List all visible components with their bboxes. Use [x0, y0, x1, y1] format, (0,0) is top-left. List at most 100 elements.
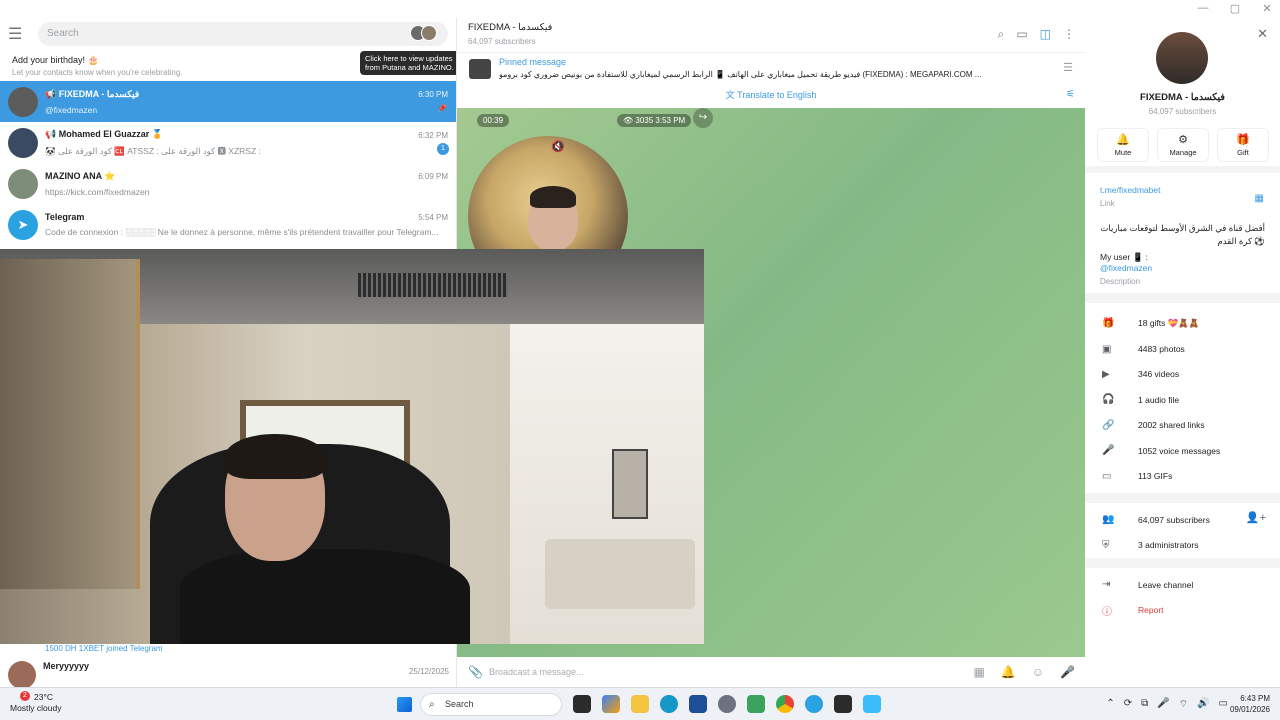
sliders-icon: ⚙ [1178, 134, 1188, 146]
info-channel-name: FIXEDMA - فيكسدما [1140, 92, 1225, 103]
translate-settings-icon[interactable]: ⚟ [1066, 82, 1075, 108]
minimize-icon[interactable]: — [1196, 2, 1210, 15]
edge-icon[interactable] [660, 695, 678, 713]
pinned-text: فيديو طريقة تحميل ميغاباري على الهاتف 📱 … [499, 70, 982, 79]
chat-name: 📢 FIXEDMA - فيكسدما [45, 88, 140, 99]
chat-item-telegram[interactable]: ➤ Telegram Code de connexion : ░░░░░ Ne … [0, 204, 456, 245]
chat-item-fixedma[interactable]: 📢 FIXEDMA - فيكسدما @fixedmazen 6:30 PM … [0, 81, 456, 122]
battery-icon[interactable]: ▭ [1219, 698, 1228, 711]
user-label: My user 📱 : [1100, 252, 1148, 262]
windows-taskbar: 2 23°C Mostly cloudy ⌕ Search ⌃ ⟳ ⧉ 🎤 ⌔ … [0, 687, 1280, 720]
chevron-up-icon[interactable]: ⌃ [1106, 698, 1114, 711]
leave-channel-button[interactable]: ⇥ Leave channel [1085, 572, 1280, 597]
menu-icon[interactable]: ☰ [8, 24, 28, 44]
sidebar-toggle-icon[interactable]: ◫ [1040, 27, 1051, 42]
search-input[interactable]: Search [38, 22, 448, 46]
webcam-person-hair [225, 434, 325, 479]
store-icon[interactable] [689, 695, 707, 713]
close-window-icon[interactable]: ✕ [1260, 2, 1274, 15]
channel-subscribers: 64,097 subscribers [468, 37, 536, 46]
taskbar-search[interactable]: ⌕ Search [420, 693, 562, 716]
task-view-icon[interactable] [573, 695, 591, 713]
chat-time: 25/12/2025 [408, 667, 449, 676]
translate-bar[interactable]: 文 Translate to English ⚟ [457, 82, 1085, 108]
qr-code-icon[interactable]: ▦ [1255, 193, 1264, 204]
close-icon[interactable]: ✕ [1257, 26, 1268, 42]
clock[interactable]: 6:43 PM 09/01/2026 [1230, 693, 1270, 715]
channel-link[interactable]: t.me/fixedmabet [1100, 185, 1265, 195]
channel-avatar[interactable] [1156, 32, 1208, 84]
more-icon[interactable]: ⋮ [1063, 27, 1075, 42]
forward-icon[interactable]: ↪ [693, 108, 713, 128]
gift-button[interactable]: 🎁 Gift [1217, 128, 1269, 162]
info-details: t.me/fixedmabet Link ▦ أفضل قناة في الشر… [1085, 173, 1280, 293]
pin-icon: 📌 [437, 104, 447, 113]
story-avatar[interactable] [421, 25, 437, 41]
videos-row[interactable]: ▶ 346 videos [1085, 362, 1280, 387]
add-user-icon[interactable]: 👤+ [1246, 511, 1266, 524]
stories-tooltip: Click here to view updates from Putana a… [360, 51, 456, 75]
pinned-message-bar[interactable]: Pinned message فيديو طريقة تحميل ميغابار… [457, 52, 1085, 82]
wifi-icon[interactable]: ⌔ [1179, 698, 1188, 711]
microphone-icon[interactable]: 🎤 [1157, 698, 1169, 711]
sync-icon[interactable]: ⟳ [1124, 698, 1132, 711]
copilot-icon[interactable] [602, 695, 620, 713]
volume-icon[interactable]: 🔊 [1197, 698, 1209, 711]
search-row: ☰ Search [0, 18, 456, 50]
link-label: Link [1100, 199, 1115, 208]
mute-button[interactable]: 🔔 Mute [1097, 128, 1149, 162]
chat-preview: https://kick.com/fixedmazen [45, 186, 150, 197]
channel-header[interactable]: FIXEDMA - فيكسدما 64,097 subscribers ⌕ ▭… [457, 18, 1085, 52]
pinned-thumbnail [469, 59, 491, 79]
audio-row[interactable]: 🎧 1 audio file [1085, 387, 1280, 412]
telegram-icon: ➤ [8, 209, 38, 240]
video-hair [530, 186, 576, 208]
attach-icon[interactable]: 📎 [468, 657, 483, 687]
chat-time: 6:30 PM [418, 90, 448, 99]
composer-input[interactable]: Broadcast a message... [489, 667, 584, 677]
stories-avatars[interactable] [410, 25, 438, 43]
epic-games-icon[interactable] [834, 695, 852, 713]
manage-button[interactable]: ⚙ Manage [1157, 128, 1209, 162]
bell-icon[interactable]: 🔔 [1001, 657, 1016, 687]
microphone-icon[interactable]: 🎤 [1060, 657, 1075, 687]
maximize-icon[interactable]: ▢ [1228, 2, 1242, 15]
gifts-row[interactable]: 🎁 18 gifts 💝🧸🧸 [1085, 311, 1280, 336]
user-handle[interactable]: @fixedmazen [1100, 263, 1265, 273]
window-titlebar: — ▢ ✕ [0, 0, 1280, 18]
weather-widget[interactable]: 2 23°C Mostly cloudy [10, 691, 62, 714]
gifs-row[interactable]: ▭ 113 GIFs [1085, 463, 1280, 488]
shield-icon: ⛨ [1102, 539, 1110, 551]
birthday-banner[interactable]: Add your birthday! 🎂 Let your contacts k… [0, 50, 456, 81]
gift-icon: 🎁 [1102, 318, 1115, 330]
network-icon[interactable]: ⧉ [1141, 698, 1148, 711]
discussion-icon[interactable]: ▭ [1016, 27, 1027, 42]
pinned-list-icon[interactable]: ☰ [1063, 61, 1073, 74]
joined-notice[interactable]: 1500 DH 1XBET joined Telegram [0, 644, 456, 658]
links-row[interactable]: 🔗 2002 shared links [1085, 413, 1280, 438]
emoji-icon[interactable]: ☺ [1032, 657, 1044, 687]
chat-item-mohamed[interactable]: 📢 Mohamed El Guazzar 🏅 🐼 كود الورقة على … [0, 122, 456, 163]
windows-start-icon[interactable] [397, 697, 412, 712]
file-explorer-icon[interactable] [631, 695, 649, 713]
telegram-icon[interactable] [805, 695, 823, 713]
report-button[interactable]: ⓘ Report [1085, 597, 1280, 622]
voice-row[interactable]: 🎤 1052 voice messages [1085, 438, 1280, 463]
settings-icon[interactable] [718, 695, 736, 713]
message-composer[interactable]: 📎 Broadcast a message... ▦ 🔔 ☺ 🎤 [457, 657, 1085, 687]
photos-row[interactable]: ▣ 4483 photos [1085, 336, 1280, 361]
members-section: 👥 64,097 subscribers ⛨ 3 administrators 👤+ [1085, 503, 1280, 558]
video-icon: ▶ [1102, 368, 1110, 380]
chrome-icon[interactable] [776, 695, 794, 713]
chat-item-mery[interactable]: Meryyyyyy 25/12/2025 [0, 661, 456, 687]
app-icon[interactable] [747, 695, 765, 713]
admins-row[interactable]: ⛨ 3 administrators [1085, 532, 1280, 557]
chat-time: 5:54 PM [418, 213, 448, 222]
schedule-icon[interactable]: ▦ [973, 657, 984, 687]
photo-icon: ▣ [1102, 343, 1112, 355]
channel-info-panel: ✕ FIXEDMA - فيكسدما 64,097 subscribers 🔔… [1085, 18, 1280, 687]
app-icon[interactable] [863, 695, 881, 713]
chat-item-mazino[interactable]: MAZINO ANA ⭐ https://kick.com/fixedmazen… [0, 163, 456, 204]
webcam-person-body [180, 549, 470, 644]
search-icon[interactable]: ⌕ [998, 27, 1005, 42]
